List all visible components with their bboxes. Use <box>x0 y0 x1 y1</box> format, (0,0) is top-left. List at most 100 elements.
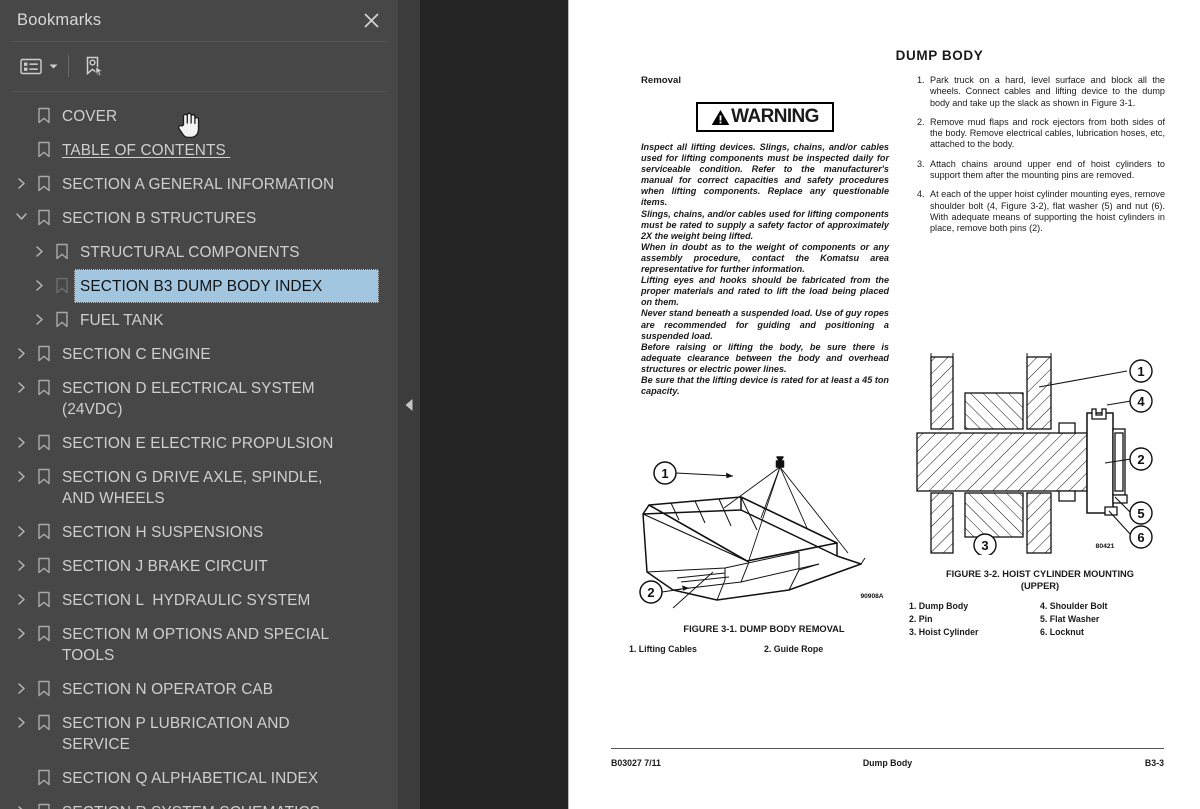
bookmark-item-label: TABLE OF CONTENTS <box>62 141 231 159</box>
bookmark-icon <box>32 201 56 226</box>
pdf-page: DUMP BODY Removal WARNING Inspect all li… <box>568 0 1200 809</box>
bookmark-item-cover[interactable]: COVER <box>0 99 398 133</box>
bookmark-item-label: SECTION Q ALPHABETICAL INDEX <box>62 769 319 787</box>
bookmark-icon <box>50 235 74 260</box>
bookmark-item-section-a-general-information[interactable]: SECTION A GENERAL INFORMATION <box>0 167 398 201</box>
bookmark-item-section-b-structures[interactable]: SECTION B STRUCTURES <box>0 201 398 235</box>
bookmark-item-fuel-tank[interactable]: FUEL TANK <box>0 303 398 337</box>
bookmark-item-section-e-electric-propulsion[interactable]: SECTION E ELECTRIC PROPULSION <box>0 426 398 460</box>
warning-paragraph: Inspect all lifting devices. Slings, cha… <box>641 142 889 208</box>
bookmark-icon <box>32 371 56 396</box>
bookmark-item-section-p-lubrication-and-service[interactable]: SECTION P LUBRICATION AND SERVICE <box>0 706 398 761</box>
bookmark-icon <box>32 672 56 697</box>
step-text: Park truck on a hard, level surface and … <box>930 75 1165 108</box>
bookmark-icon <box>32 795 56 809</box>
removal-heading: Removal <box>641 75 681 86</box>
close-icon[interactable] <box>358 8 384 34</box>
collapse-panel-left-icon[interactable] <box>398 390 420 420</box>
chevron-right-icon[interactable] <box>10 426 32 448</box>
chevron-right-icon[interactable] <box>10 795 32 809</box>
chevron-right-icon[interactable] <box>10 549 32 571</box>
warning-paragraph: Be sure that the lifting device is rated… <box>641 374 889 397</box>
bookmark-icon <box>32 426 56 451</box>
bookmark-item-label: STRUCTURAL COMPONENTS <box>80 243 300 261</box>
bookmark-item-section-r-system-schematics[interactable]: SECTION R SYSTEM SCHEMATICS <box>0 795 398 809</box>
figure-3-2: 1 4 2 5 6 3 80421 FIGURE 3-2. HOIST CYLI… <box>909 345 1171 639</box>
chevron-down-icon[interactable] <box>46 51 60 81</box>
bookmark-item-section-n-operator-cab[interactable]: SECTION N OPERATOR CAB <box>0 672 398 706</box>
footer-rule <box>611 748 1164 749</box>
figure-2-caption-line2: (UPPER) <box>1020 581 1060 591</box>
figure-1-legend: 1. Lifting Cables 2. Guide Rope <box>629 643 899 656</box>
chevron-right-icon[interactable] <box>10 617 32 639</box>
page-footer: B03027 7/11 Dump Body B3-3 <box>611 758 1164 768</box>
chevron-right-icon[interactable] <box>10 460 32 482</box>
step-text: Remove mud flaps and rock ejectors from … <box>930 116 1165 150</box>
figure-2-legend-left: 1. Dump Body 2. Pin 3. Hoist Cylinder <box>909 600 1040 639</box>
bookmark-item-section-l-hydraulic-system[interactable]: SECTION L HYDRAULIC SYSTEM <box>0 583 398 617</box>
bookmark-item-section-m-options-and-special-tools[interactable]: SECTION M OPTIONS AND SPECIAL TOOLS <box>0 617 398 672</box>
list-options-icon[interactable] <box>16 51 46 81</box>
bookmark-icon <box>32 617 56 642</box>
step-number: 4. <box>917 189 925 200</box>
bookmark-item-section-b3-dump-body-index[interactable]: SECTION B3 DUMP BODY INDEX <box>0 268 398 303</box>
bookmark-icon <box>50 303 74 328</box>
warning-paragraph: Never stand beneath a suspended load. Us… <box>641 308 889 341</box>
step-number: 2. <box>917 116 925 127</box>
bookmark-item-structural-components[interactable]: STRUCTURAL COMPONENTS <box>0 235 398 269</box>
bookmark-icon <box>32 167 56 192</box>
chevron-right-icon[interactable] <box>28 269 50 291</box>
removal-steps-list: 1. Park truck on a hard, level surface an… <box>917 75 1165 235</box>
bookmark-item-section-d-electrical-system-24vdc[interactable]: SECTION D ELECTRICAL SYSTEM (24VDC) <box>0 371 398 426</box>
bookmark-item-label: FUEL TANK <box>80 311 164 329</box>
chevron-right-icon[interactable] <box>10 337 32 359</box>
bookmark-item-label: SECTION N OPERATOR CAB <box>62 680 274 698</box>
bookmark-item-label: COVER <box>62 107 118 125</box>
svg-text:6: 6 <box>1137 530 1144 545</box>
panel-resize-strip <box>398 0 420 809</box>
figure-2-legend-entry: 6. Locknut <box>1040 627 1084 637</box>
bookmarks-toolbar <box>0 42 398 91</box>
left-column: Removal WARNING Inspect all lifting devi… <box>641 75 889 397</box>
warning-paragraph: When in doubt as to the weight of compon… <box>641 241 889 275</box>
pdf-viewer-area[interactable]: DUMP BODY Removal WARNING Inspect all li… <box>420 0 1200 809</box>
footer-document-number: B03027 7/11 <box>611 758 661 768</box>
chevron-right-icon[interactable] <box>28 235 50 257</box>
bookmark-icon <box>32 706 56 731</box>
chevron-down-icon[interactable] <box>10 201 32 221</box>
svg-text:3: 3 <box>981 538 988 553</box>
bookmarks-panel-header: Bookmarks <box>0 0 398 41</box>
chevron-right-icon[interactable] <box>28 303 50 325</box>
figure-1-drawing-number: 90908A <box>860 593 883 600</box>
new-bookmark-icon[interactable] <box>79 51 109 81</box>
step-text: At each of the upper hoist cylinder moun… <box>930 189 1165 234</box>
chevron-right-icon[interactable] <box>10 371 32 393</box>
toolbar-separator <box>68 55 69 78</box>
figure-2-legend-entry: 3. Hoist Cylinder <box>909 627 979 637</box>
figure-2-legend: 1. Dump Body 2. Pin 3. Hoist Cylinder 4. S… <box>909 600 1171 639</box>
figure-2-legend-entry: 5. Flat Washer <box>1040 614 1100 624</box>
figure-2-drawing-number: 80421 <box>1096 543 1115 550</box>
chevron-right-icon[interactable] <box>10 583 32 605</box>
bookmark-item-section-c-engine[interactable]: SECTION C ENGINE <box>0 337 398 371</box>
bookmark-icon <box>32 583 56 608</box>
figure-1-legend-right: 2. Guide Rope <box>764 644 824 654</box>
bookmark-item-section-h-suspensions[interactable]: SECTION H SUSPENSIONS <box>0 515 398 549</box>
chevron-right-icon[interactable] <box>10 167 32 189</box>
svg-text:5: 5 <box>1137 506 1144 521</box>
bookmark-item-section-q-alphabetical-index[interactable]: SECTION Q ALPHABETICAL INDEX <box>0 761 398 795</box>
bookmark-item-table-of-contents[interactable]: TABLE OF CONTENTS <box>0 133 398 167</box>
dump-body-removal-drawing: 1 2 90908A <box>639 456 884 609</box>
bookmark-item-section-j-brake-circuit[interactable]: SECTION J BRAKE CIRCUIT <box>0 549 398 583</box>
figure-2-caption: FIGURE 3-2. HOIST CYLINDER MOUNTING (UPP… <box>909 568 1171 592</box>
step-number: 1. <box>917 75 925 85</box>
figure-2-caption-line1: FIGURE 3-2. HOIST CYLINDER MOUNTING <box>945 569 1134 579</box>
pdf-reader-window: Bookmarks COVER TABLE OF CONTENTS SECTIO… <box>0 0 1200 809</box>
chevron-right-icon[interactable] <box>10 515 32 537</box>
bookmark-item-label: SECTION D ELECTRICAL SYSTEM (24VDC) <box>62 379 320 418</box>
chevron-right-icon[interactable] <box>10 706 32 728</box>
warning-paragraph: Before raising or lifting the body, be s… <box>641 341 889 374</box>
bookmark-item-label: SECTION B3 DUMP BODY INDEX <box>74 268 379 303</box>
chevron-right-icon[interactable] <box>10 672 32 694</box>
bookmark-item-section-g-drive-axle-spindle-and-wheels[interactable]: SECTION G DRIVE AXLE, SPINDLE, AND WHEEL… <box>0 460 398 515</box>
